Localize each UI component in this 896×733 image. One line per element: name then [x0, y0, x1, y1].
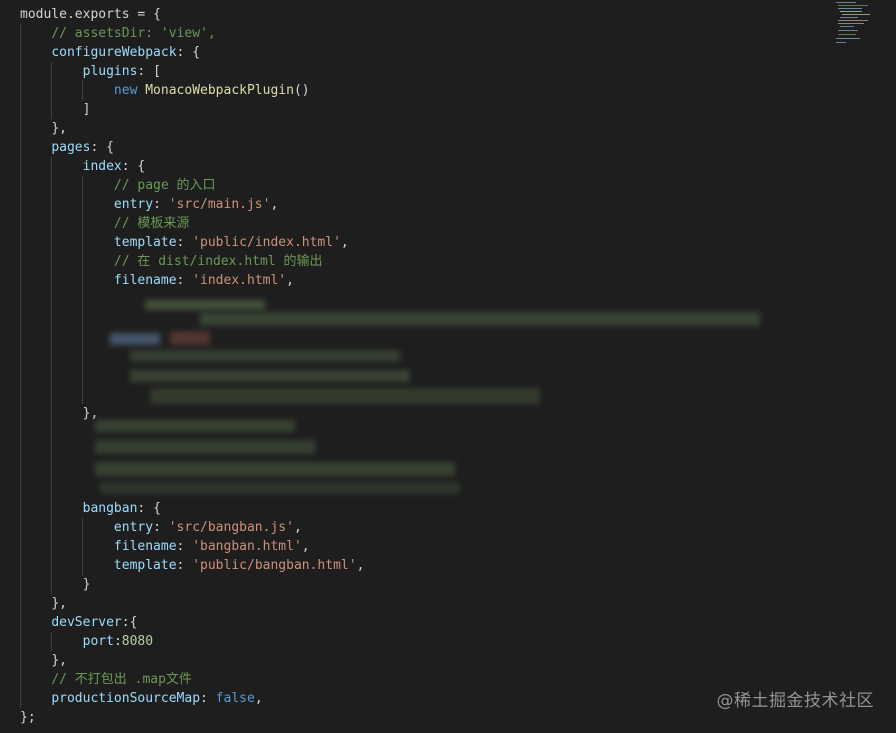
- code-line: entry: 'src/bangban.js',: [20, 518, 836, 537]
- code-line: },: [20, 651, 836, 670]
- code-line: }: [20, 575, 836, 594]
- code-line: entry: 'src/main.js',: [20, 195, 836, 214]
- code-line: },: [20, 594, 836, 613]
- code-line: productionSourceMap: false,: [20, 689, 836, 708]
- comment: // 模板来源: [113, 216, 190, 231]
- token-exports: exports: [74, 7, 130, 22]
- comment: // page 的入口: [113, 178, 216, 193]
- property-key: pages: [51, 140, 91, 155]
- code-editor[interactable]: module.exports = { // assetsDir: 'view',…: [0, 0, 896, 733]
- property-key: entry: [113, 197, 154, 212]
- comment: // 在 dist/index.html 的输出: [113, 254, 323, 269]
- code-line: // page 的入口: [20, 176, 836, 195]
- code-area[interactable]: module.exports = { // assetsDir: 'view',…: [20, 5, 836, 727]
- watermark: @稀土掘金技术社区: [716, 691, 874, 711]
- code-line: template: 'public/bangban.html',: [20, 556, 836, 575]
- code-line: index: {: [20, 157, 836, 176]
- code-line: // 在 dist/index.html 的输出: [20, 252, 836, 271]
- code-line: template: 'public/index.html',: [20, 233, 836, 252]
- code-line: pages: {: [20, 138, 836, 157]
- string-value: 'bangban.html': [192, 539, 302, 554]
- code-line: };: [20, 710, 36, 725]
- code-line: new MonacoWebpackPlugin(): [20, 81, 836, 100]
- keyword-new: new: [113, 83, 138, 98]
- code-line: // 不打包出 .map文件: [20, 670, 836, 689]
- string-value: 'public/index.html': [192, 235, 341, 250]
- property-key: filename: [113, 273, 177, 288]
- property-key: plugins: [82, 64, 138, 79]
- string-value: 'src/main.js': [168, 197, 271, 212]
- code-line: // 模板来源: [20, 214, 836, 233]
- code-line: ]: [20, 100, 836, 119]
- code-line: },: [20, 119, 836, 138]
- code-line-redacted: [20, 290, 836, 309]
- number-value: 8080: [121, 634, 154, 649]
- code-line: bangban: {: [20, 499, 836, 518]
- code-line: module.exports = {: [20, 7, 161, 22]
- property-key: entry: [113, 520, 154, 535]
- property-key: devServer: [51, 615, 122, 630]
- property-key: bangban: [82, 501, 138, 516]
- code-line: port:8080: [20, 632, 836, 651]
- string-value: 'index.html': [192, 273, 287, 288]
- comment: // 不打包出 .map文件: [51, 672, 192, 687]
- property-key: template: [113, 235, 177, 250]
- code-line: filename: 'index.html',: [20, 271, 836, 290]
- property-key: template: [113, 558, 177, 573]
- class-name: MonacoWebpackPlugin: [145, 83, 294, 98]
- property-key: index: [82, 159, 122, 174]
- property-key: productionSourceMap: [51, 691, 201, 706]
- code-line: configureWebpack: {: [20, 43, 836, 62]
- string-value: 'src/bangban.js': [168, 520, 294, 535]
- code-line: // assetsDir: 'view',: [20, 24, 836, 43]
- boolean-value: false: [215, 691, 255, 706]
- string-value: 'public/bangban.html': [192, 558, 357, 573]
- code-line: devServer:{: [20, 613, 836, 632]
- token-punc: = {: [129, 7, 161, 22]
- code-line: filename: 'bangban.html',: [20, 537, 836, 556]
- token-module: module: [20, 7, 67, 22]
- property-key: configureWebpack: [51, 45, 177, 60]
- comment: // assetsDir: 'view',: [51, 26, 216, 41]
- property-key: port: [82, 634, 114, 649]
- minimap[interactable]: [836, 0, 896, 60]
- property-key: filename: [113, 539, 177, 554]
- code-line: plugins: [: [20, 62, 836, 81]
